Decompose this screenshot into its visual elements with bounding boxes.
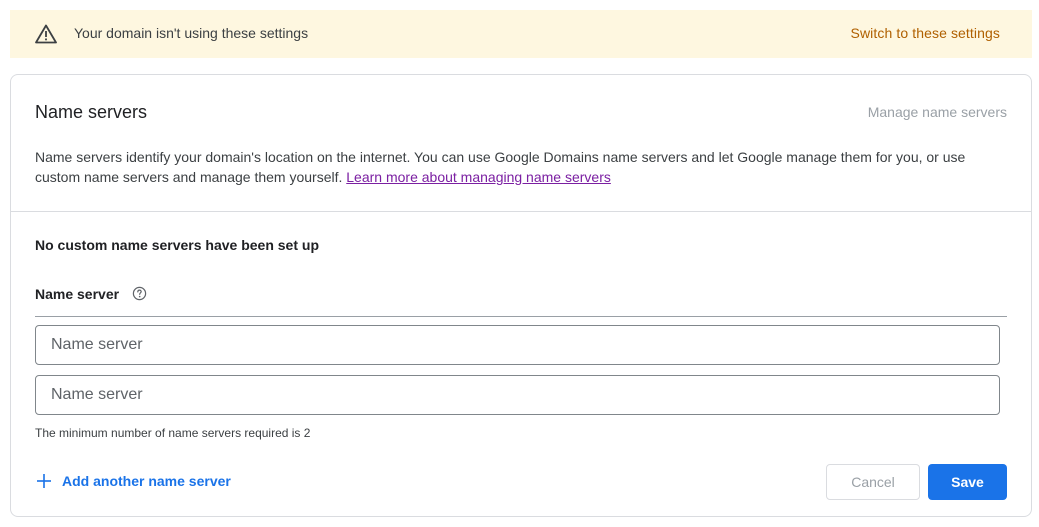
warning-banner: Your domain isn't using these settings S… [10, 10, 1032, 58]
learn-more-link[interactable]: Learn more about managing name servers [346, 169, 611, 185]
card-description: Name servers identify your domain's loca… [35, 147, 1010, 187]
switch-settings-button[interactable]: Switch to these settings [851, 25, 1000, 41]
plus-icon [37, 474, 51, 488]
name-server-input-2[interactable] [35, 375, 1000, 415]
cancel-button[interactable]: Cancel [826, 464, 920, 500]
name-server-label: Name server [35, 286, 120, 302]
add-name-server-button[interactable]: Add another name server [37, 473, 231, 489]
name-servers-card: Name servers Manage name servers Name se… [10, 74, 1032, 517]
save-button[interactable]: Save [928, 464, 1007, 500]
no-custom-servers-message: No custom name servers have been set up [35, 237, 319, 253]
divider [11, 211, 1031, 212]
add-name-server-label: Add another name server [62, 473, 231, 489]
banner-message: Your domain isn't using these settings [74, 25, 309, 41]
warning-icon [35, 24, 57, 44]
manage-name-servers-button[interactable]: Manage name servers [868, 104, 1007, 120]
name-server-input-1[interactable] [35, 325, 1000, 365]
label-underline [35, 316, 1007, 317]
minimum-servers-hint: The minimum number of name servers requi… [35, 426, 311, 440]
card-title: Name servers [35, 102, 148, 122]
help-circle-icon[interactable] [132, 286, 147, 301]
